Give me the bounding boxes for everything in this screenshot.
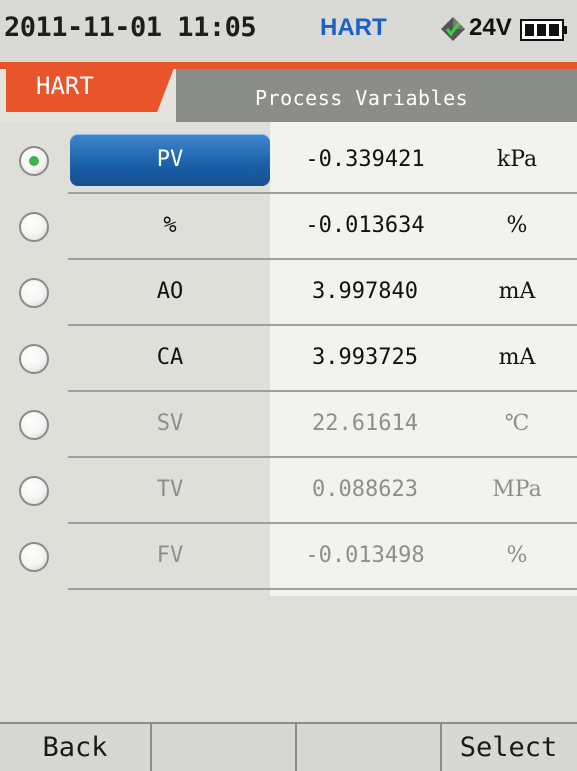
tab-hart-label: HART (36, 72, 94, 100)
protocol-label: HART (320, 14, 387, 41)
variable-unit: % (506, 543, 528, 568)
radio-dot (29, 156, 39, 166)
radio-unselected[interactable] (19, 410, 49, 440)
select-softkey[interactable]: Select (440, 724, 577, 771)
variable-unit: MPa (492, 477, 542, 502)
softkey-2[interactable] (150, 724, 297, 771)
variable-unit: ℃ (504, 411, 530, 436)
variable-name[interactable]: % (70, 200, 270, 252)
variable-name[interactable]: TV (70, 464, 270, 516)
radio-unselected[interactable] (19, 212, 49, 242)
softkey-3[interactable] (295, 724, 442, 771)
variable-row[interactable]: CA 3.993725 mA (0, 326, 577, 392)
datetime: 2011-11-01 11:05 (4, 12, 257, 43)
variable-unit: % (506, 213, 528, 238)
variable-row[interactable]: TV 0.088623 MPa (0, 458, 577, 524)
power-diamond-icon (441, 17, 465, 41)
back-softkey[interactable]: Back (0, 724, 152, 771)
variable-value: -0.013498 (305, 543, 425, 568)
variable-row[interactable]: FV -0.013498% (0, 524, 577, 590)
variable-unit: mA (498, 279, 536, 304)
radio-unselected[interactable] (19, 344, 49, 374)
row-divider (68, 588, 577, 590)
radio-unselected[interactable] (19, 278, 49, 308)
variable-unit: mA (498, 345, 536, 370)
variable-name[interactable]: CA (70, 332, 270, 384)
radio-selected[interactable] (19, 146, 49, 176)
battery-icon (520, 19, 567, 41)
radio-unselected[interactable] (19, 476, 49, 506)
tab-accent-line (0, 62, 577, 69)
variable-value: -0.339421 (305, 147, 425, 172)
variable-value: 0.088623 (312, 477, 418, 502)
variable-unit: kPa (496, 147, 538, 172)
variable-value: 3.997840 (312, 279, 418, 304)
radio-unselected[interactable] (19, 542, 49, 572)
variable-name[interactable]: PV (70, 134, 270, 186)
status-bar: 2011-11-01 11:05 HART 24V (0, 0, 577, 62)
voltage-label: 24V (469, 14, 512, 41)
variable-name[interactable]: SV (70, 398, 270, 450)
variable-row[interactable]: AO 3.997840 mA (0, 260, 577, 326)
variable-value: 22.61614 (312, 411, 418, 436)
variable-value: 3.993725 (312, 345, 418, 370)
variable-name[interactable]: FV (70, 530, 270, 582)
variable-row[interactable]: % -0.013634% (0, 194, 577, 260)
softkey-bar: Back Select (0, 722, 577, 771)
variable-value: -0.013634 (305, 213, 425, 238)
variable-name[interactable]: AO (70, 266, 270, 318)
variable-row[interactable]: SV 22.61614 ℃ (0, 392, 577, 458)
page-title: Process Variables (255, 86, 469, 110)
variable-row[interactable]: PV -0.339421 kPa (0, 128, 577, 194)
